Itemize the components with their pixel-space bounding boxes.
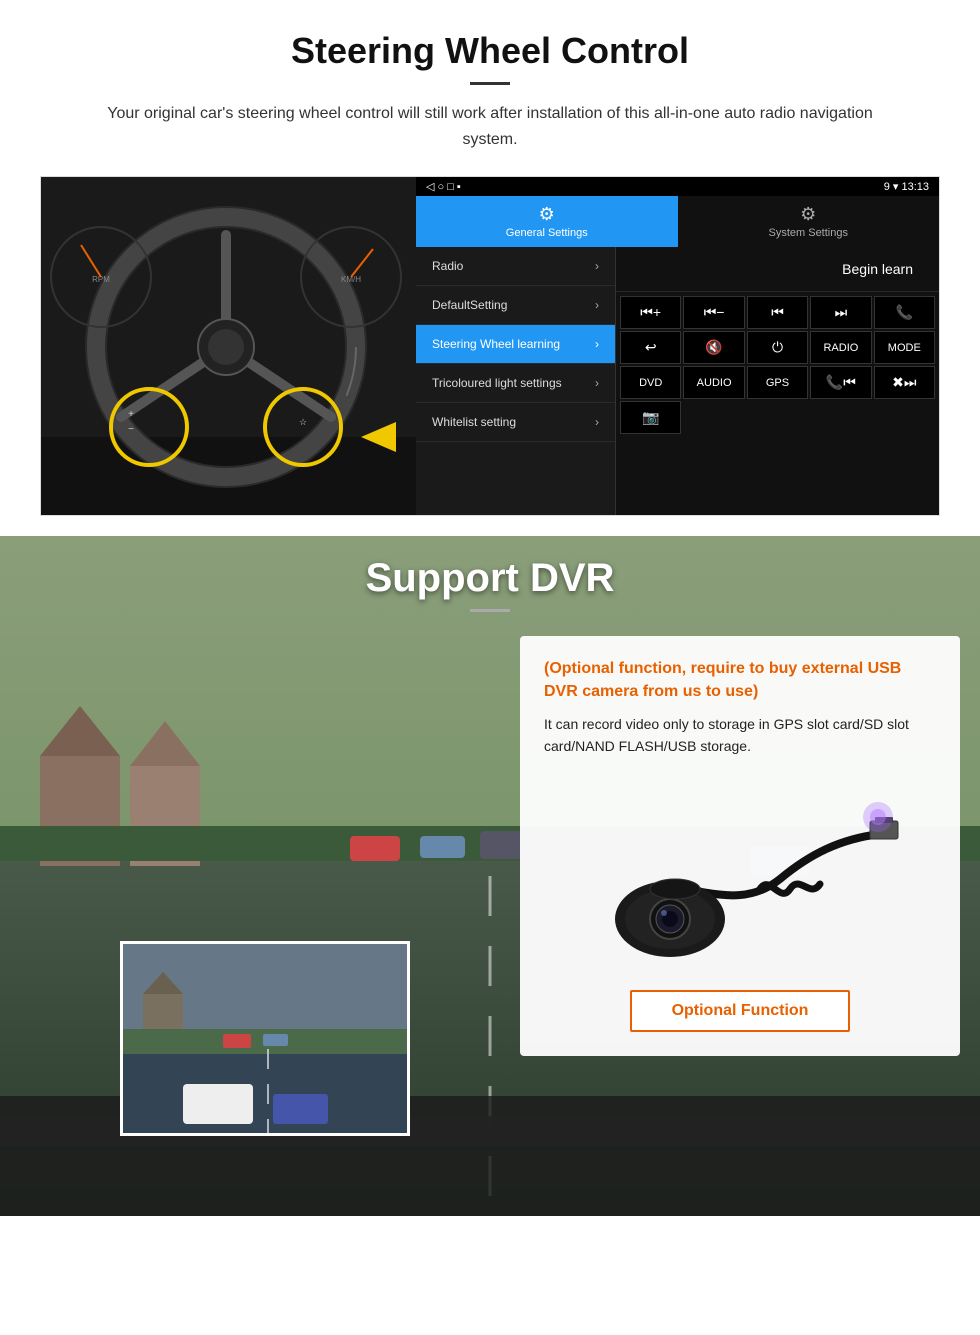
ctrl-radio[interactable]: RADIO bbox=[810, 331, 871, 364]
ctrl-skip-next[interactable]: ✖⏭ bbox=[874, 366, 935, 399]
ctrl-vol-up[interactable]: ⏮+ bbox=[620, 296, 681, 329]
android-panel: ◁ ○ □ ▪ 9 ▾ 13:13 ⚙ General Settings ⚙ S… bbox=[416, 177, 939, 515]
optional-function-button[interactable]: Optional Function bbox=[630, 990, 850, 1032]
chevron-icon: › bbox=[595, 376, 599, 390]
ctrl-dvd[interactable]: DVD bbox=[620, 366, 681, 399]
svg-text:−: − bbox=[128, 424, 134, 435]
dvr-camera-visual bbox=[544, 774, 936, 974]
ctrl-cam[interactable]: 📷 bbox=[620, 401, 681, 434]
status-icons: 9 ▾ 13:13 bbox=[884, 180, 929, 193]
android-body: Radio › DefaultSetting › Steering Wheel … bbox=[416, 247, 939, 515]
dvr-title: Support DVR bbox=[0, 556, 980, 601]
svg-text:☆: ☆ bbox=[299, 417, 307, 427]
svg-text:+: + bbox=[128, 409, 134, 420]
thumbnail-svg bbox=[123, 944, 410, 1136]
begin-learn-button[interactable]: Begin learn bbox=[826, 255, 929, 283]
steering-title: Steering Wheel Control bbox=[40, 30, 940, 72]
chevron-icon: › bbox=[595, 298, 599, 312]
ctrl-gps[interactable]: GPS bbox=[747, 366, 808, 399]
ctrl-mute[interactable]: 🔇 bbox=[683, 331, 744, 364]
steering-wheel-photo: + − ☆ RPM KM/H bbox=[41, 177, 416, 516]
dvr-title-divider bbox=[470, 609, 510, 612]
tab-general[interactable]: ⚙ General Settings bbox=[416, 196, 678, 247]
gear-icon: ⚙ bbox=[539, 204, 555, 225]
begin-learn-row: Begin learn bbox=[616, 247, 939, 292]
android-statusbar: ◁ ○ □ ▪ 9 ▾ 13:13 bbox=[416, 177, 939, 196]
ctrl-next[interactable]: ⏭ bbox=[810, 296, 871, 329]
dvr-thumbnail-inner bbox=[123, 944, 407, 1133]
ctrl-vol-down[interactable]: ⏮− bbox=[683, 296, 744, 329]
tab-system-label: System Settings bbox=[769, 227, 848, 239]
left-menu: Radio › DefaultSetting › Steering Wheel … bbox=[416, 247, 616, 515]
steering-content-area: + − ☆ RPM KM/H ◁ ○ □ ▪ 9 ▾ 13:1 bbox=[40, 176, 940, 516]
dvr-title-block: Support DVR bbox=[0, 556, 980, 612]
camera-svg bbox=[580, 779, 900, 969]
nav-icons: ◁ ○ □ ▪ bbox=[426, 180, 461, 193]
dvr-desc: It can record video only to storage in G… bbox=[544, 713, 936, 758]
chevron-icon: › bbox=[595, 337, 599, 351]
control-grid: ⏮+ ⏮− ⏮ ⏭ 📞 ↩ 🔇 ⏻ RADIO MODE DVD AUDIO bbox=[616, 292, 939, 438]
menu-item-steering[interactable]: Steering Wheel learning › bbox=[416, 325, 615, 364]
ctrl-hangup[interactable]: ↩ bbox=[620, 331, 681, 364]
ctrl-prev[interactable]: ⏮ bbox=[747, 296, 808, 329]
steering-section: Steering Wheel Control Your original car… bbox=[0, 0, 980, 536]
tab-general-label: General Settings bbox=[506, 227, 588, 239]
settings-icon: ⚙ bbox=[800, 204, 816, 225]
ctrl-mode[interactable]: MODE bbox=[874, 331, 935, 364]
android-tabs: ⚙ General Settings ⚙ System Settings bbox=[416, 196, 939, 247]
steering-subtitle: Your original car's steering wheel contr… bbox=[80, 101, 900, 152]
dvr-thumbnail bbox=[120, 941, 410, 1136]
title-divider bbox=[470, 82, 510, 85]
dvr-optional-title: (Optional function, require to buy exter… bbox=[544, 658, 936, 703]
menu-item-radio[interactable]: Radio › bbox=[416, 247, 615, 286]
dvr-section: Support DVR bbox=[0, 536, 980, 1216]
ctrl-power[interactable]: ⏻ bbox=[747, 331, 808, 364]
tab-system[interactable]: ⚙ System Settings bbox=[678, 196, 940, 247]
chevron-icon: › bbox=[595, 415, 599, 429]
menu-item-default[interactable]: DefaultSetting › bbox=[416, 286, 615, 325]
chevron-icon: › bbox=[595, 259, 599, 273]
steering-wheel-svg: + − ☆ RPM KM/H bbox=[41, 177, 416, 516]
ctrl-phone-prev[interactable]: 📞⏮ bbox=[810, 366, 871, 399]
right-panel: Begin learn ⏮+ ⏮− ⏮ ⏭ 📞 ↩ 🔇 ⏻ RADIO bbox=[616, 247, 939, 515]
menu-item-tricolour[interactable]: Tricoloured light settings › bbox=[416, 364, 615, 403]
menu-item-whitelist[interactable]: Whitelist setting › bbox=[416, 403, 615, 442]
dvr-info-card: (Optional function, require to buy exter… bbox=[520, 636, 960, 1056]
dvr-background: Support DVR bbox=[0, 536, 980, 1216]
ctrl-audio[interactable]: AUDIO bbox=[683, 366, 744, 399]
ctrl-phone[interactable]: 📞 bbox=[874, 296, 935, 329]
